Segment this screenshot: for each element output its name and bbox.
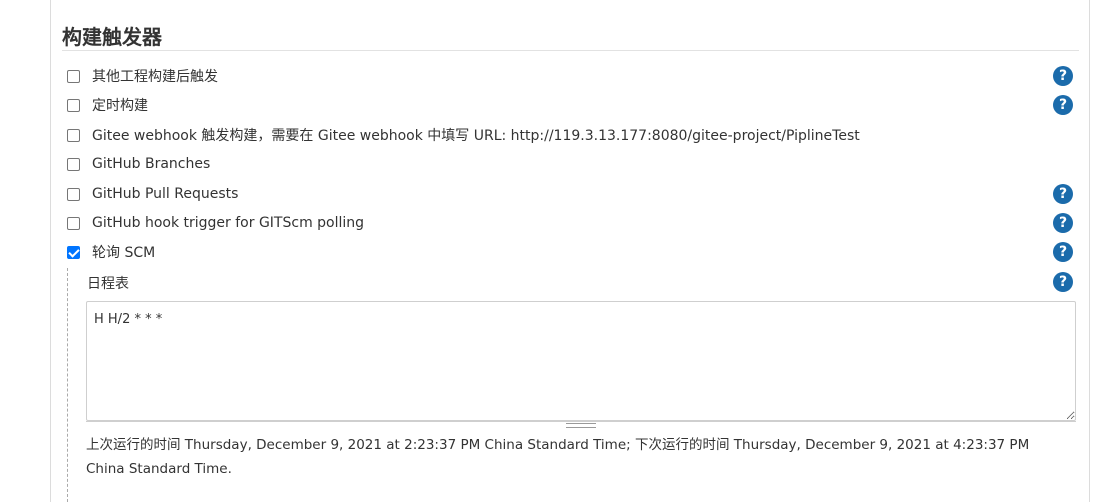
trigger-label-periodic-build[interactable]: 定时构建 bbox=[92, 95, 148, 115]
section-divider bbox=[62, 50, 1079, 51]
build-triggers-panel: 构建触发器 其他工程构建后触发 ? 定时构建 ? Gitee webhook 触… bbox=[50, 0, 1090, 502]
resize-grip-icon[interactable] bbox=[566, 423, 596, 428]
help-icon[interactable]: ? bbox=[1053, 95, 1073, 115]
trigger-row-periodic-build: 定时构建 ? bbox=[66, 93, 1073, 117]
trigger-label-github-hook[interactable]: GitHub hook trigger for GITScm polling bbox=[92, 215, 364, 231]
trigger-label-gitee-webhook[interactable]: Gitee webhook 触发构建，需要在 Gitee webhook 中填写… bbox=[92, 125, 860, 145]
help-icon[interactable]: ? bbox=[1053, 242, 1073, 262]
trigger-checkbox-github-pull-requests[interactable] bbox=[67, 187, 80, 201]
help-icon[interactable]: ? bbox=[1053, 213, 1073, 233]
trigger-row-github-hook: GitHub hook trigger for GITScm polling ? bbox=[66, 211, 1073, 235]
trigger-label-after-other-projects[interactable]: 其他工程构建后触发 bbox=[92, 66, 218, 86]
trigger-checkbox-github-hook[interactable] bbox=[67, 216, 80, 230]
help-icon[interactable]: ? bbox=[1053, 272, 1073, 292]
trigger-row-github-pull-requests: GitHub Pull Requests ? bbox=[66, 182, 1073, 206]
section-title: 构建触发器 bbox=[62, 25, 162, 49]
trigger-label-github-pull-requests[interactable]: GitHub Pull Requests bbox=[92, 186, 238, 202]
trigger-checkbox-after-other-projects[interactable] bbox=[67, 69, 80, 83]
schedule-field-wrapper: H H/2 * * * bbox=[86, 301, 1076, 428]
trigger-row-gitee-webhook: Gitee webhook 触发构建，需要在 Gitee webhook 中填写… bbox=[66, 123, 1073, 147]
trigger-row-poll-scm: 轮询 SCM ? bbox=[66, 240, 1073, 264]
schedule-textarea[interactable]: H H/2 * * * bbox=[86, 301, 1076, 421]
trigger-label-github-branches[interactable]: GitHub Branches bbox=[92, 156, 210, 172]
help-icon[interactable]: ? bbox=[1053, 66, 1073, 86]
trigger-checkbox-gitee-webhook[interactable] bbox=[67, 128, 80, 142]
nested-section-border bbox=[67, 268, 68, 502]
help-icon[interactable]: ? bbox=[1053, 184, 1073, 204]
trigger-checkbox-github-branches[interactable] bbox=[67, 157, 80, 171]
trigger-label-poll-scm[interactable]: 轮询 SCM bbox=[92, 242, 155, 262]
trigger-row-github-branches: GitHub Branches bbox=[66, 152, 1073, 176]
schedule-run-info: 上次运行的时间 Thursday, December 9, 2021 at 2:… bbox=[86, 437, 1030, 477]
textarea-resize-bar bbox=[86, 421, 1076, 428]
trigger-row-after-other-projects: 其他工程构建后触发 ? bbox=[66, 64, 1073, 88]
schedule-label: 日程表 bbox=[87, 276, 129, 292]
trigger-checkbox-poll-scm[interactable] bbox=[67, 245, 80, 259]
trigger-checkbox-periodic-build[interactable] bbox=[67, 98, 80, 112]
